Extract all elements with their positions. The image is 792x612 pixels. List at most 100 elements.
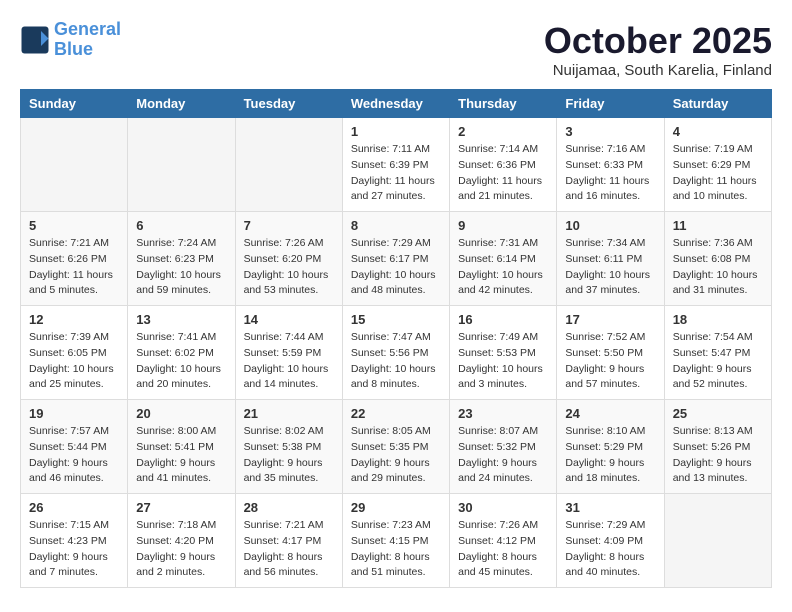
calendar-cell: 4 Sunrise: 7:19 AM Sunset: 6:29 PM Daylig… [664, 118, 771, 212]
calendar-cell: 28Sunrise: 7:21 AM Sunset: 4:17 PM Dayli… [235, 494, 342, 588]
calendar-cell: 12 Sunrise: 7:39 AM Sunset: 6:05 PM Dayli… [21, 306, 128, 400]
calendar-cell: 13 Sunrise: 7:41 AM Sunset: 6:02 PM Dayli… [128, 306, 235, 400]
calendar-cell: 18 Sunrise: 7:54 AM Sunset: 5:47 PM Dayli… [664, 306, 771, 400]
day-info: Sunrise: 7:39 AM Sunset: 6:05 PM Dayligh… [29, 330, 119, 393]
logo-text: General Blue [54, 20, 121, 60]
day-info: Sunrise: 7:18 AM Sunset: 4:20 PM Dayligh… [136, 518, 226, 581]
day-info: Sunrise: 7:57 AM Sunset: 5:44 PM Dayligh… [29, 424, 119, 487]
calendar-cell: 3Sunrise: 7:16 AM Sunset: 6:33 PM Daylig… [557, 118, 664, 212]
day-info: Sunrise: 7:26 AM Sunset: 6:20 PM Dayligh… [244, 236, 334, 299]
calendar-cell: 2Sunrise: 7:14 AM Sunset: 6:36 PM Daylig… [450, 118, 557, 212]
logo-line2: Blue [54, 39, 93, 59]
calendar-cell [235, 118, 342, 212]
calendar-cell: 20 Sunrise: 8:00 AM Sunset: 5:41 PM Dayli… [128, 400, 235, 494]
title-block: October 2025 Nuijamaa, South Karelia, Fi… [544, 20, 772, 79]
day-number: 14 [244, 312, 334, 327]
calendar-week-4: 19 Sunrise: 7:57 AM Sunset: 5:44 PM Dayli… [21, 400, 772, 494]
day-info: Sunrise: 7:54 AM Sunset: 5:47 PM Dayligh… [673, 330, 763, 393]
day-number: 22 [351, 406, 441, 421]
location: Nuijamaa, South Karelia, Finland [544, 62, 772, 79]
day-info: Sunrise: 7:41 AM Sunset: 6:02 PM Dayligh… [136, 330, 226, 393]
logo: General Blue [20, 20, 121, 60]
day-info: Sunrise: 7:31 AM Sunset: 6:14 PM Dayligh… [458, 236, 548, 299]
calendar-week-3: 12 Sunrise: 7:39 AM Sunset: 6:05 PM Dayli… [21, 306, 772, 400]
calendar-cell: 26 Sunrise: 7:15 AM Sunset: 4:23 PM Dayli… [21, 494, 128, 588]
logo-icon [20, 25, 50, 55]
calendar-cell: 29Sunrise: 7:23 AM Sunset: 4:15 PM Dayli… [342, 494, 449, 588]
day-number: 26 [29, 500, 119, 515]
calendar-cell: 19 Sunrise: 7:57 AM Sunset: 5:44 PM Dayli… [21, 400, 128, 494]
day-info: Sunrise: 8:02 AM Sunset: 5:38 PM Dayligh… [244, 424, 334, 487]
calendar-week-2: 5 Sunrise: 7:21 AM Sunset: 6:26 PM Daylig… [21, 212, 772, 306]
day-number: 16 [458, 312, 548, 327]
calendar-header: SundayMondayTuesdayWednesdayThursdayFrid… [21, 90, 772, 118]
calendar-cell [128, 118, 235, 212]
calendar-cell: 10 Sunrise: 7:34 AM Sunset: 6:11 PM Dayli… [557, 212, 664, 306]
day-number: 25 [673, 406, 763, 421]
calendar-cell: 8Sunrise: 7:29 AM Sunset: 6:17 PM Daylig… [342, 212, 449, 306]
day-number: 15 [351, 312, 441, 327]
day-info: Sunrise: 8:00 AM Sunset: 5:41 PM Dayligh… [136, 424, 226, 487]
day-number: 2 [458, 124, 548, 139]
weekday-header-tuesday: Tuesday [235, 90, 342, 118]
day-number: 12 [29, 312, 119, 327]
day-number: 18 [673, 312, 763, 327]
weekday-header-monday: Monday [128, 90, 235, 118]
day-number: 30 [458, 500, 548, 515]
day-number: 5 [29, 218, 119, 233]
day-number: 10 [565, 218, 655, 233]
day-info: Sunrise: 8:10 AM Sunset: 5:29 PM Dayligh… [565, 424, 655, 487]
day-info: Sunrise: 7:26 AM Sunset: 4:12 PM Dayligh… [458, 518, 548, 581]
day-info: Sunrise: 8:07 AM Sunset: 5:32 PM Dayligh… [458, 424, 548, 487]
day-info: Sunrise: 7:36 AM Sunset: 6:08 PM Dayligh… [673, 236, 763, 299]
calendar-cell: 30 Sunrise: 7:26 AM Sunset: 4:12 PM Dayli… [450, 494, 557, 588]
calendar-cell: 7 Sunrise: 7:26 AM Sunset: 6:20 PM Daylig… [235, 212, 342, 306]
day-info: Sunrise: 7:44 AM Sunset: 5:59 PM Dayligh… [244, 330, 334, 393]
calendar-cell: 6 Sunrise: 7:24 AM Sunset: 6:23 PM Daylig… [128, 212, 235, 306]
day-info: Sunrise: 7:15 AM Sunset: 4:23 PM Dayligh… [29, 518, 119, 581]
day-info: Sunrise: 7:34 AM Sunset: 6:11 PM Dayligh… [565, 236, 655, 299]
day-number: 9 [458, 218, 548, 233]
calendar-cell: 14 Sunrise: 7:44 AM Sunset: 5:59 PM Dayli… [235, 306, 342, 400]
day-number: 20 [136, 406, 226, 421]
day-number: 31 [565, 500, 655, 515]
day-info: Sunrise: 7:24 AM Sunset: 6:23 PM Dayligh… [136, 236, 226, 299]
day-info: Sunrise: 7:16 AM Sunset: 6:33 PM Dayligh… [565, 142, 655, 205]
weekday-header-friday: Friday [557, 90, 664, 118]
day-number: 1 [351, 124, 441, 139]
day-info: Sunrise: 7:49 AM Sunset: 5:53 PM Dayligh… [458, 330, 548, 393]
calendar-cell: 15Sunrise: 7:47 AM Sunset: 5:56 PM Dayli… [342, 306, 449, 400]
day-number: 24 [565, 406, 655, 421]
calendar-week-5: 26 Sunrise: 7:15 AM Sunset: 4:23 PM Dayli… [21, 494, 772, 588]
calendar-cell: 5 Sunrise: 7:21 AM Sunset: 6:26 PM Daylig… [21, 212, 128, 306]
calendar-cell [21, 118, 128, 212]
weekday-header-row: SundayMondayTuesdayWednesdayThursdayFrid… [21, 90, 772, 118]
day-info: Sunrise: 7:21 AM Sunset: 6:26 PM Dayligh… [29, 236, 119, 299]
calendar-cell: 22Sunrise: 8:05 AM Sunset: 5:35 PM Dayli… [342, 400, 449, 494]
day-info: Sunrise: 7:29 AM Sunset: 6:17 PM Dayligh… [351, 236, 441, 299]
calendar-cell: 9 Sunrise: 7:31 AM Sunset: 6:14 PM Daylig… [450, 212, 557, 306]
calendar-cell: 23 Sunrise: 8:07 AM Sunset: 5:32 PM Dayli… [450, 400, 557, 494]
page-header: General Blue October 2025 Nuijamaa, Sout… [20, 20, 772, 79]
calendar-cell: 27 Sunrise: 7:18 AM Sunset: 4:20 PM Dayli… [128, 494, 235, 588]
day-number: 4 [673, 124, 763, 139]
calendar-cell: 21 Sunrise: 8:02 AM Sunset: 5:38 PM Dayli… [235, 400, 342, 494]
day-number: 23 [458, 406, 548, 421]
day-number: 28 [244, 500, 334, 515]
weekday-header-sunday: Sunday [21, 90, 128, 118]
calendar-cell: 25 Sunrise: 8:13 AM Sunset: 5:26 PM Dayli… [664, 400, 771, 494]
day-number: 27 [136, 500, 226, 515]
day-info: Sunrise: 7:52 AM Sunset: 5:50 PM Dayligh… [565, 330, 655, 393]
calendar-cell [664, 494, 771, 588]
day-info: Sunrise: 7:19 AM Sunset: 6:29 PM Dayligh… [673, 142, 763, 205]
day-number: 19 [29, 406, 119, 421]
calendar-cell: 1Sunrise: 7:11 AM Sunset: 6:39 PM Daylig… [342, 118, 449, 212]
weekday-header-wednesday: Wednesday [342, 90, 449, 118]
logo-line1: General [54, 19, 121, 39]
day-number: 13 [136, 312, 226, 327]
day-number: 7 [244, 218, 334, 233]
day-number: 21 [244, 406, 334, 421]
day-info: Sunrise: 8:13 AM Sunset: 5:26 PM Dayligh… [673, 424, 763, 487]
day-info: Sunrise: 7:29 AM Sunset: 4:09 PM Dayligh… [565, 518, 655, 581]
day-number: 6 [136, 218, 226, 233]
